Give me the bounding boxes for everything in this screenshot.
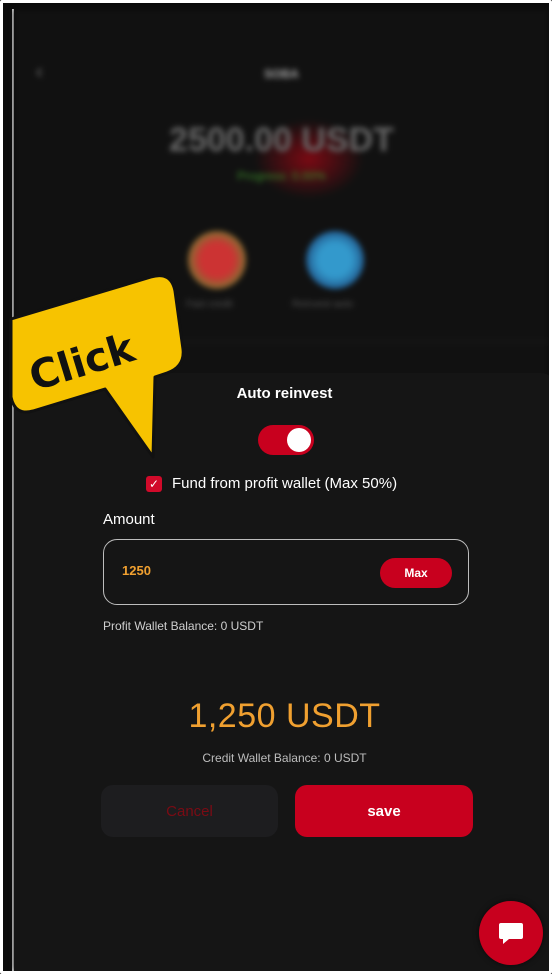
bg-action-label-2: Reinvest auto: [292, 299, 354, 310]
checkmark-icon: ✓: [148, 476, 160, 491]
app-frame: ‹ SOBA 2500.00 USDT Progress: 0.00% Fast…: [0, 0, 552, 974]
chat-button[interactable]: [479, 901, 543, 965]
max-button[interactable]: Max: [380, 558, 452, 588]
amount-field[interactable]: 1250 Max: [103, 539, 469, 605]
bg-progress: Progress: 0.00%: [237, 169, 326, 183]
bg-action-icon-1: [188, 231, 246, 289]
bg-title: SOBA: [264, 67, 299, 81]
auto-reinvest-toggle[interactable]: [258, 425, 314, 455]
chat-bubble-icon: [499, 923, 523, 944]
fund-from-profit-checkbox[interactable]: ✓: [146, 475, 162, 492]
profit-wallet-balance: Profit Wallet Balance: 0 USDT: [103, 619, 264, 633]
fund-from-profit-row[interactable]: ✓ Fund from profit wallet (Max 50%): [146, 475, 397, 492]
bg-action-label-1: Fast credit: [186, 299, 233, 310]
bg-amount: 2500.00 USDT: [169, 121, 394, 159]
amount-label: Amount: [103, 511, 155, 528]
credit-wallet-balance: Credit Wallet Balance: 0 USDT: [202, 751, 367, 765]
click-callout: Click: [9, 274, 185, 459]
fund-from-profit-label: Fund from profit wallet (Max 50%): [172, 475, 398, 492]
toggle-knob: [287, 428, 311, 452]
save-button[interactable]: save: [295, 785, 473, 837]
amount-input-value[interactable]: 1250: [122, 563, 151, 578]
total-amount: 1,250 USDT: [188, 697, 381, 735]
bg-action-icon-2: [306, 231, 364, 289]
cancel-button[interactable]: Cancel: [101, 785, 278, 837]
